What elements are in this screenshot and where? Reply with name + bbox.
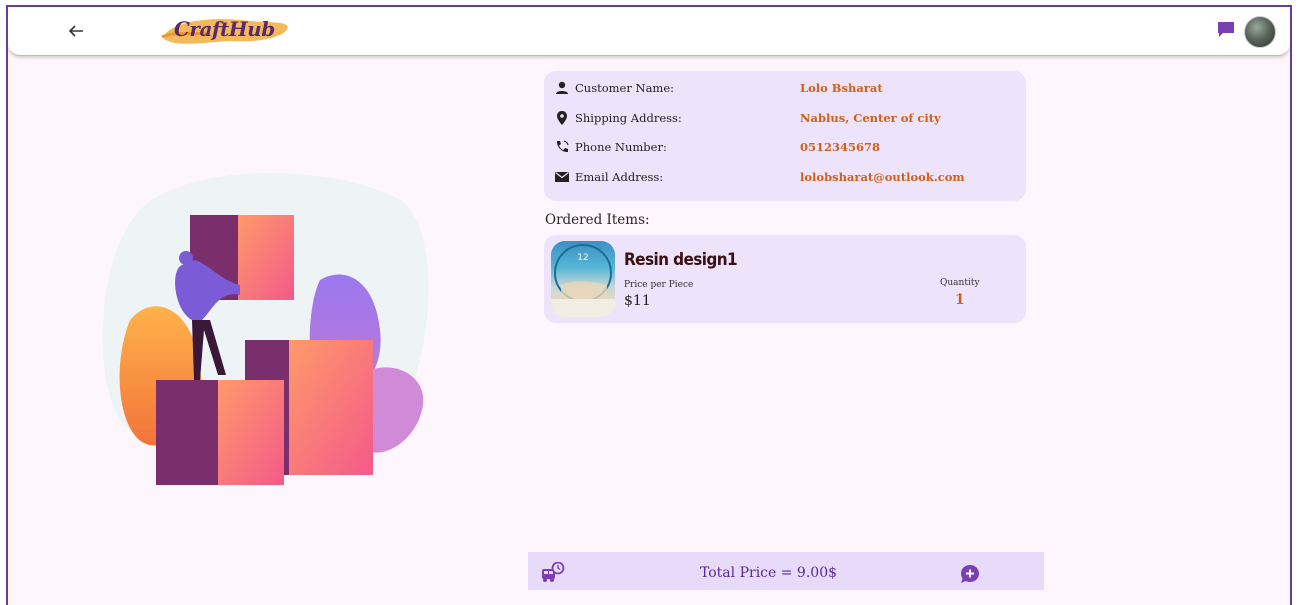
email-address-row: Email Address: lolobsharat@outlook.com (554, 169, 1024, 189)
logo-text: CraftHub (174, 17, 275, 41)
bottom-action-bar: Total Price = 9.00$ (528, 552, 1044, 590)
avatar[interactable] (1244, 16, 1276, 48)
person-icon (556, 81, 568, 94)
total-price: Total Price = 9.00$ (700, 565, 838, 581)
item-name: Resin design1 (624, 250, 738, 270)
item-thumbnail: 12 (551, 241, 615, 317)
shipping-address-row: Shipping Address: Nablus, Center of city (554, 110, 1024, 130)
delivery-status-button[interactable] (541, 561, 565, 584)
email-address-label: Email Address: (575, 170, 664, 184)
ordered-items-title: Ordered Items: (545, 212, 650, 228)
crafthub-logo: CraftHub (160, 13, 292, 49)
back-button[interactable] (64, 19, 88, 43)
arrow-left-icon (68, 25, 83, 37)
phone-number-row: Phone Number: 0512345678 (554, 139, 1024, 159)
add-message-button[interactable] (959, 563, 981, 585)
email-address-value: lolobsharat@outlook.com (800, 170, 965, 184)
shipping-address-label: Shipping Address: (575, 111, 682, 125)
shipping-address-value: Nablus, Center of city (800, 111, 941, 125)
customer-name-row: Customer Name: Lolo Bsharat (554, 80, 1024, 100)
phone-number-label: Phone Number: (575, 140, 667, 154)
chat-icon (1218, 22, 1234, 37)
delivery-truck-clock-icon (542, 561, 565, 582)
ordered-item-card[interactable]: 12 Resin design1 Price per Piece $11 Qua… (544, 235, 1026, 323)
location-pin-icon (557, 111, 567, 125)
chat-button[interactable] (1216, 21, 1238, 41)
app-bar: CraftHub (8, 7, 1290, 56)
email-icon (555, 172, 569, 182)
phone-icon (556, 140, 569, 153)
svg-text:12: 12 (577, 253, 588, 263)
quantity-value: 1 (955, 292, 965, 308)
boxes-illustration (102, 173, 429, 485)
quantity-label: Quantity (940, 278, 980, 288)
customer-name-value: Lolo Bsharat (800, 81, 883, 95)
customer-info-card: Customer Name: Lolo Bsharat Shipping Add… (544, 71, 1026, 201)
price-per-piece-label: Price per Piece (624, 280, 694, 290)
price-per-piece-value: $11 (624, 293, 651, 309)
add-chat-icon (961, 565, 979, 583)
customer-name-label: Customer Name: (575, 81, 675, 95)
phone-number-value: 0512345678 (800, 140, 881, 154)
